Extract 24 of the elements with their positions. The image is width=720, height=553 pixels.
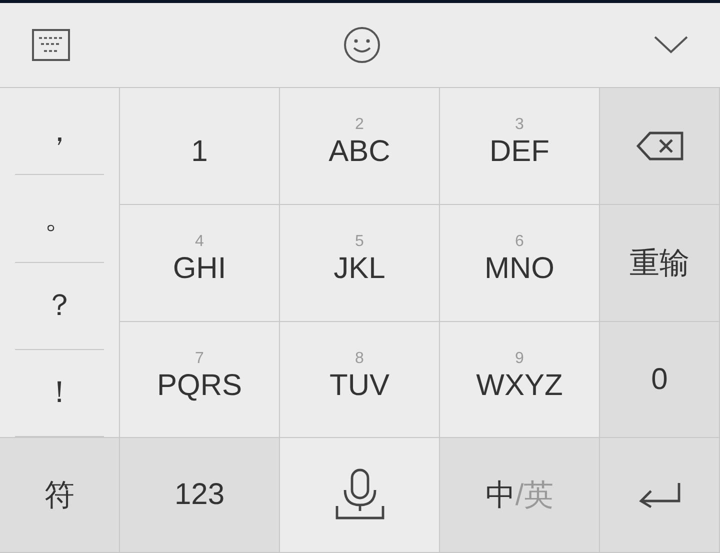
function-key[interactable]: 0 [600,322,719,437]
punctuation-key[interactable]: ， [15,88,104,176]
digit-hint: 2 [355,115,364,135]
smiley-icon[interactable] [343,26,381,64]
chevron-down-icon[interactable] [654,36,688,54]
digit-hint: 7 [195,348,204,368]
digit-hint: 4 [195,232,204,252]
digit-hint: 6 [515,232,524,252]
punctuation-key[interactable]: ！ [15,350,104,437]
keyboard-icon[interactable] [32,29,70,61]
backspace-key[interactable] [600,88,719,204]
digit-hint: 9 [515,348,524,368]
punctuation-key[interactable]: 。 [15,175,104,262]
function-key[interactable]: 重输 [600,205,719,321]
enter-icon [636,481,682,509]
backspace-icon [636,131,684,161]
function-key[interactable]: 123 [120,438,279,552]
function-key[interactable]: 符 [0,438,119,552]
microphone-icon [334,468,384,520]
language-toggle[interactable]: 中/英 [440,438,599,552]
digit-hint: 5 [355,232,364,252]
digit-hint: 3 [515,115,524,135]
punctuation-key[interactable]: ？ [15,262,104,350]
digit-hint: 8 [355,348,364,368]
